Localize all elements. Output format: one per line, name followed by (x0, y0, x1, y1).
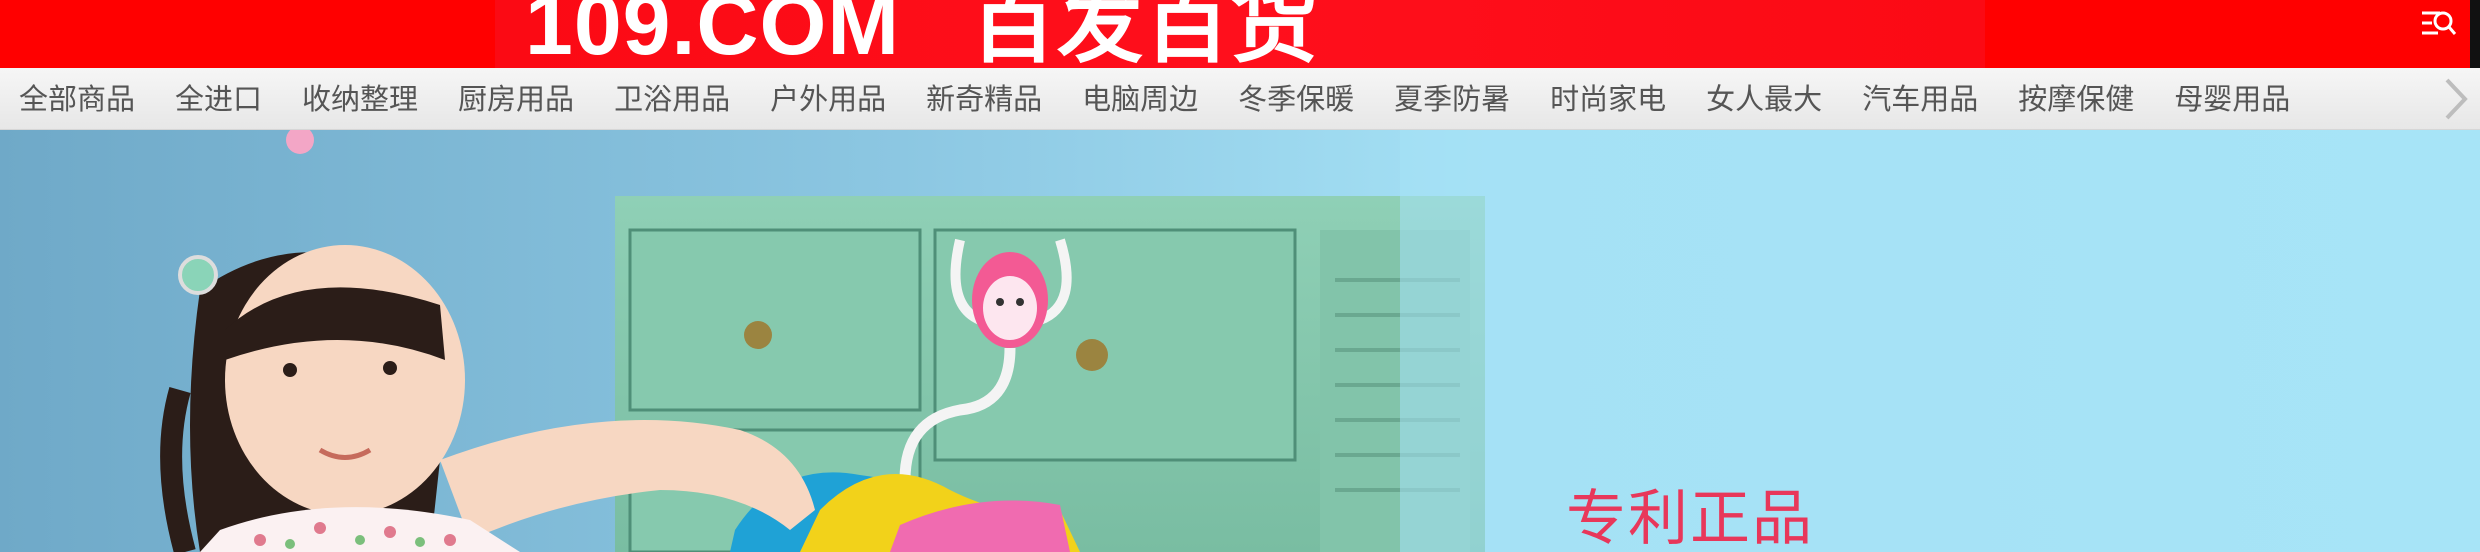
category-winter[interactable]: 冬季保暖 (1218, 68, 1374, 130)
category-novelty[interactable]: 新奇精品 (906, 68, 1062, 130)
category-storage[interactable]: 收纳整理 (282, 68, 438, 130)
brand-banner-image[interactable]: 109.COM 百发百货 (495, 0, 1985, 68)
menu-search-icon[interactable] (2418, 4, 2458, 44)
top-banner: 109.COM 百发百货 (0, 0, 2480, 68)
category-baby[interactable]: 母婴用品 (2154, 68, 2310, 130)
hero-caption: 专利正品 (1566, 484, 1814, 552)
brand-domain: 109.COM (525, 0, 901, 68)
category-bathroom[interactable]: 卫浴用品 (594, 68, 750, 130)
category-summer[interactable]: 夏季防暑 (1374, 68, 1530, 130)
brand-banner-text: 109.COM 百发百货 (525, 0, 1318, 68)
category-outdoor[interactable]: 户外用品 (750, 68, 906, 130)
category-import[interactable]: 全进口 (155, 68, 282, 130)
category-computer[interactable]: 电脑周边 (1062, 68, 1218, 130)
category-auto[interactable]: 汽车用品 (1842, 68, 1998, 130)
category-nav: 全部商品 全进口 收纳整理 厨房用品 卫浴用品 户外用品 新奇精品 电脑周边 冬… (0, 68, 2480, 130)
category-list: 全部商品 全进口 收纳整理 厨房用品 卫浴用品 户外用品 新奇精品 电脑周边 冬… (0, 68, 2310, 130)
brand-slogan: 百发百货 (970, 0, 1319, 68)
category-women[interactable]: 女人最大 (1686, 68, 1842, 130)
chevron-right-icon[interactable] (2435, 76, 2475, 122)
hero-banner[interactable]: 专利正品 (0, 130, 2480, 552)
scrollbar[interactable] (2470, 0, 2480, 68)
category-appliances[interactable]: 时尚家电 (1530, 68, 1686, 130)
hero-photo (0, 130, 1500, 552)
category-massage[interactable]: 按摩保健 (1998, 68, 2154, 130)
category-all[interactable]: 全部商品 (0, 68, 155, 130)
category-kitchen[interactable]: 厨房用品 (438, 68, 594, 130)
